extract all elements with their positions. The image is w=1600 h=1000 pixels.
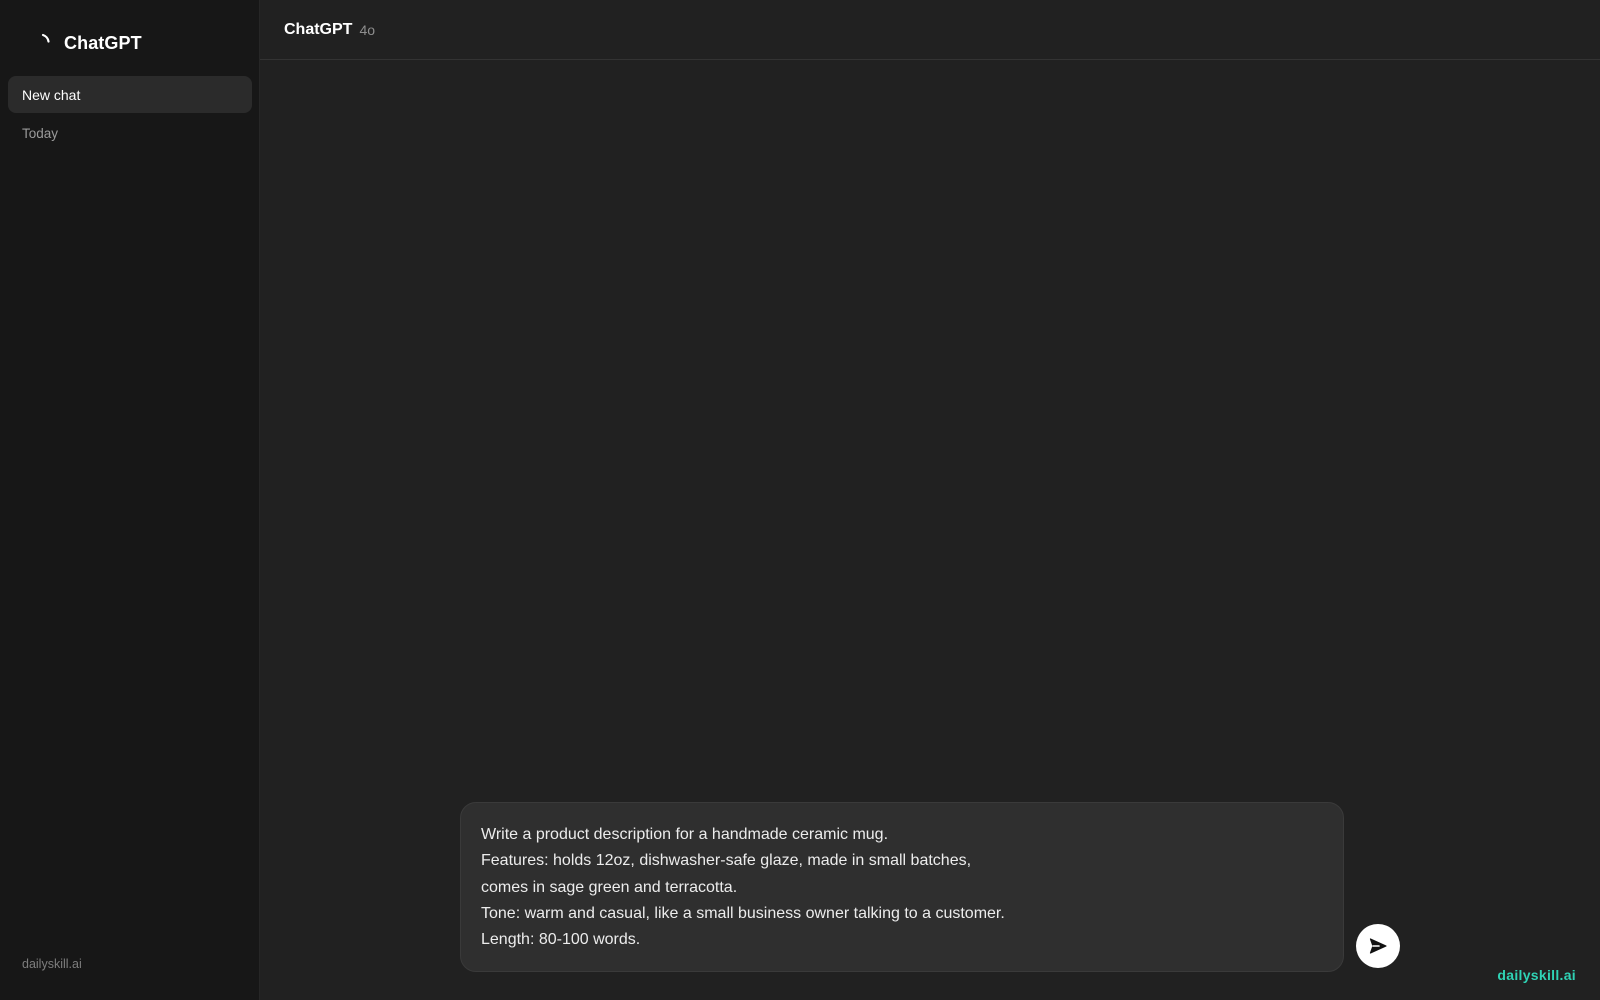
send-button[interactable] — [1356, 924, 1400, 968]
prompt-input[interactable]: Write a product description for a handma… — [460, 802, 1344, 972]
send-arrow-icon — [1369, 938, 1387, 954]
new-chat-button[interactable]: New chat — [8, 76, 252, 113]
model-title[interactable]: ChatGPT — [284, 21, 352, 39]
model-version[interactable]: 4o — [359, 22, 375, 38]
prompt-line: Length: 80-100 words. — [481, 931, 641, 949]
spinner-logo-icon — [41, 33, 50, 43]
new-chat-label: New chat — [22, 86, 81, 103]
prompt-line: comes in sage green and terracotta. — [481, 878, 738, 896]
sidebar-footer-text: dailyskill.ai — [22, 957, 82, 971]
sidebar: ChatGPT New chat Today dailyskill.ai — [0, 0, 260, 1000]
watermark: dailyskill.ai — [1497, 967, 1576, 983]
main-panel: ChatGPT 4o Write a product description f… — [260, 0, 1600, 1000]
brand-name: ChatGPT — [64, 32, 142, 53]
brand[interactable]: ChatGPT — [36, 29, 142, 57]
section-label-today: Today — [22, 126, 59, 141]
prompt-line: Write a product description for a handma… — [481, 826, 889, 843]
chat-app: ChatGPT New chat Today dailyskill.ai Cha… — [0, 0, 1600, 1000]
prompt-line: Features: holds 12oz, dishwasher-safe gl… — [481, 852, 972, 870]
top-bar: ChatGPT 4o — [260, 0, 1600, 60]
prompt-line: Tone: warm and casual, like a small busi… — [481, 904, 1005, 922]
